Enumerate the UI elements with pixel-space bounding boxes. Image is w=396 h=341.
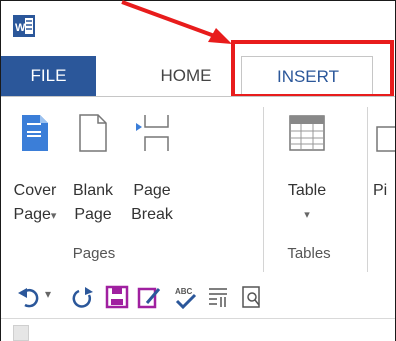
cover-page-icon (22, 115, 48, 151)
group-separator (263, 107, 264, 272)
print-preview-icon[interactable] (241, 285, 263, 309)
blank-page-label-1: Blank (72, 182, 114, 199)
undo-dropdown-icon[interactable]: ▾ (45, 287, 51, 301)
blank-page-button[interactable]: Blank Page (65, 113, 121, 227)
svg-text:W: W (15, 22, 26, 34)
spelling-icon[interactable]: ABC (173, 285, 197, 313)
document-area-edge (1, 318, 395, 341)
blank-page-label-2: Page (74, 206, 112, 223)
group-separator (367, 107, 368, 272)
pages-group-label: Pages (72, 245, 116, 262)
undo-icon[interactable] (17, 285, 41, 309)
page-break-button[interactable]: Page Break (123, 113, 181, 227)
tab-file[interactable]: FILE (1, 56, 96, 96)
word-logo-icon: W (13, 15, 35, 37)
paragraph-icon[interactable] (207, 285, 229, 309)
quick-access-toolbar: ▾ ABC (1, 277, 395, 317)
svg-text:ABC: ABC (175, 287, 193, 296)
save-icon[interactable] (105, 285, 129, 309)
tab-home[interactable]: HOME (146, 56, 226, 96)
redo-icon[interactable] (71, 285, 95, 309)
table-button[interactable]: Table ▾ (277, 113, 337, 227)
edit-document-icon[interactable] (137, 285, 163, 309)
annotation-highlight-box (231, 40, 394, 98)
page-break-label-2: Break (131, 206, 173, 223)
cover-page-label-1: Cover (13, 182, 57, 199)
tables-group-label: Tables (287, 245, 331, 262)
blank-page-icon (79, 114, 107, 152)
page-break-label-1: Page (133, 182, 171, 199)
annotation-arrow (121, 0, 232, 44)
page-break-icon (136, 115, 169, 151)
table-icon (289, 115, 325, 151)
pictures-icon (376, 126, 395, 152)
cover-page-button[interactable]: Cover Page▾ (7, 113, 63, 228)
table-label: Table (287, 182, 327, 199)
ribbon-insert-panel: Cover Page▾ Blank Page Page Break Pages (1, 96, 395, 278)
pictures-label: Pi (373, 182, 388, 199)
document-corner-box (13, 325, 29, 341)
table-dropdown-icon[interactable]: ▾ (277, 203, 337, 227)
cover-page-dropdown-icon[interactable]: ▾ (51, 210, 57, 222)
cover-page-label-2: Page▾ (13, 206, 57, 223)
pictures-button[interactable]: Pi (373, 113, 396, 203)
